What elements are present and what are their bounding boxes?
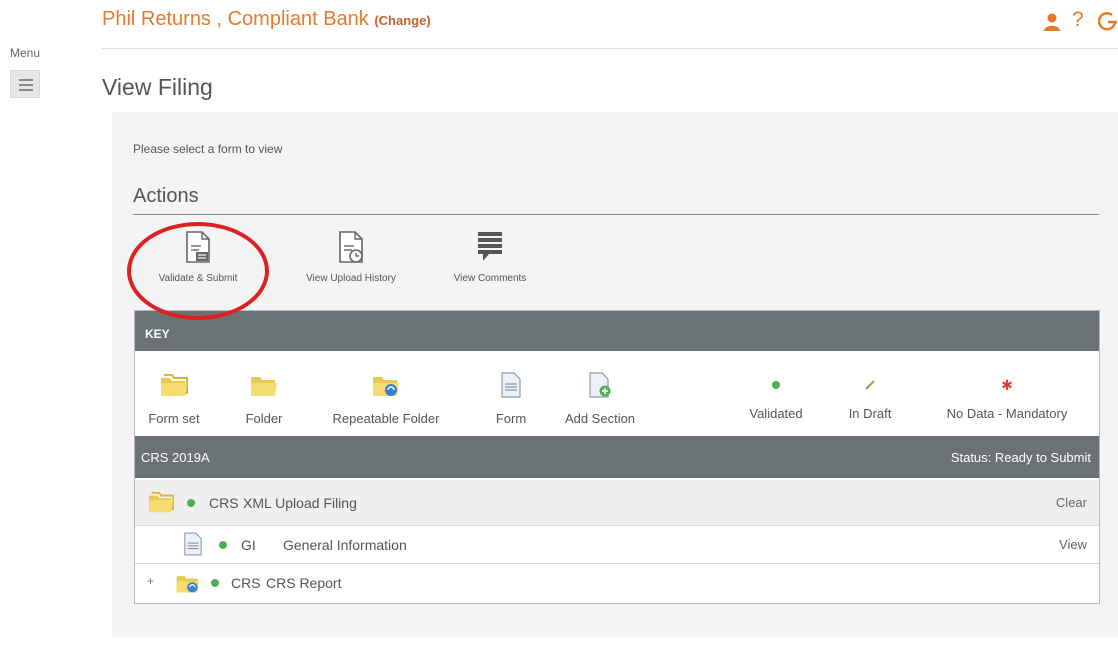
view-upload-history-label: View Upload History [306,273,396,284]
key-header: KEY [135,311,1099,351]
folder-icon [251,377,277,396]
key-add-section-label: Add Section [564,411,636,426]
header-divider [102,48,1118,49]
key-add-section: Add Section [548,372,652,426]
key-form-set: Form set [140,372,208,426]
menu-label: Menu [10,46,41,60]
add-section-icon [589,372,611,398]
validate-submit-label: Validate & Submit [158,273,238,284]
red-star-icon: ✱ [1001,376,1013,393]
key-no-data-mandatory-label: No Data - Mandatory [946,406,1068,421]
actions-heading: Actions [133,185,199,207]
key-form-set-label: Form set [148,411,200,426]
row-name[interactable]: CRS Report [266,575,341,591]
pencil-icon [865,380,875,390]
form-icon [501,372,521,398]
form-icon [184,532,202,556]
key-validated: Validated [734,372,818,421]
expand-toggle-icon[interactable]: + [147,574,154,588]
header-title: Phil Returns , Compliant Bank (Change) [102,8,431,31]
row-name[interactable]: General Information [283,537,407,553]
header-user-bank: Phil Returns , Compliant Bank [102,8,375,30]
page-title: View Filing [102,74,213,100]
row-name[interactable]: XML Upload Filing [243,495,357,511]
row-code: CRS [209,495,239,511]
repeatable-folder-icon [373,377,399,396]
validated-status-icon [187,499,195,507]
validate-submit-button[interactable]: Validate & Submit [133,230,263,284]
filing-status: Status: Ready to Submit [950,450,1091,465]
view-comments-label: View Comments [453,273,527,284]
repeatable-folder-icon [176,576,200,593]
green-dot-icon [772,381,780,389]
tree-row-crs-report[interactable]: + CRS CRS Report [135,564,1099,602]
logout-icon[interactable] [1097,10,1118,38]
key-form: Form [488,372,534,426]
key-folder: Folder [234,372,294,426]
user-icon[interactable] [1042,12,1062,38]
tree-row-xml-upload-filing[interactable]: CRS XML Upload Filing Clear [135,480,1099,526]
key-in-draft: In Draft [834,372,906,421]
change-link[interactable]: (Change) [374,13,430,28]
row-code: GI [241,537,256,553]
comments-icon [478,232,502,261]
menu-button[interactable] [10,70,40,98]
help-icon[interactable]: ? [1072,8,1084,32]
tree-row-general-information[interactable]: GI General Information View [135,526,1099,564]
filing-title: CRS 2019A [141,450,210,465]
view-upload-history-button[interactable]: View Upload History [283,230,419,284]
hamburger-icon [19,79,33,81]
key-header-label: KEY [145,327,170,341]
key-validated-label: Validated [749,406,803,421]
form-set-folder-icon [161,374,188,396]
form-set-folder-icon [149,491,174,513]
instruction-text: Please select a form to view [133,142,283,156]
key-in-draft-label: In Draft [848,406,892,421]
clear-link[interactable]: Clear [1056,495,1087,510]
key-no-data-mandatory: ✱ No Data - Mandatory [920,372,1094,422]
row-code: CRS [231,575,261,591]
view-comments-button[interactable]: View Comments [434,230,546,284]
view-link[interactable]: View [1059,537,1087,552]
validated-status-icon [219,541,227,549]
key-repeatable-folder-label: Repeatable Folder [332,411,440,426]
validate-document-icon [186,231,210,263]
actions-divider [133,214,1099,215]
key-folder-label: Folder [245,411,283,426]
validated-status-icon [211,579,219,587]
filing-header: CRS 2019A Status: Ready to Submit [135,436,1099,478]
key-repeatable-folder: Repeatable Folder [312,372,460,426]
key-form-label: Form [495,411,527,426]
upload-history-document-icon [339,231,363,263]
